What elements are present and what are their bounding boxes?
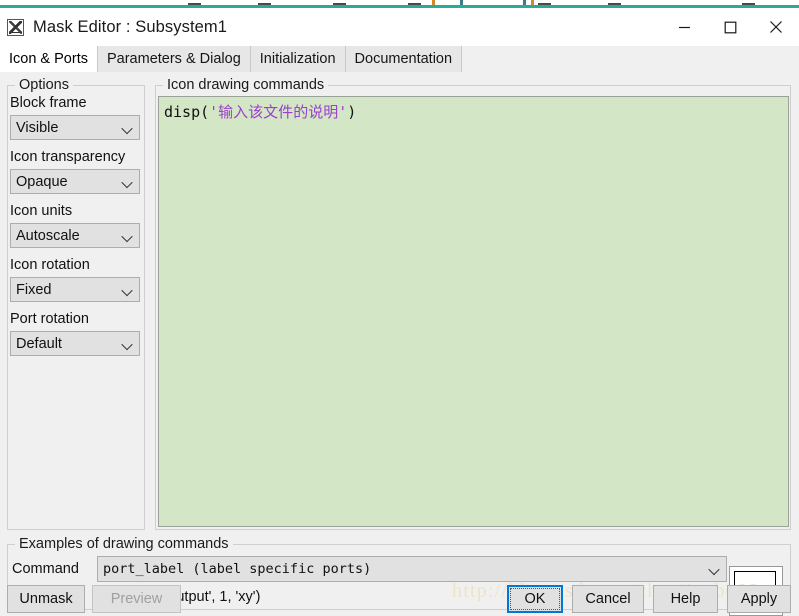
port-rotation-value: Default: [16, 335, 62, 352]
ok-button-label: OK: [510, 588, 560, 610]
tab-bar: Icon & Ports Parameters & Dialog Initial…: [0, 46, 799, 72]
block-frame-label: Block frame: [10, 95, 87, 111]
code-string-literal: '输入该文件的说明': [209, 103, 348, 121]
icon-drawing-commands-group: Icon drawing commands disp('输入该文件的说明'): [155, 77, 791, 530]
icon-drawing-commands-legend: Icon drawing commands: [163, 77, 329, 93]
icon-units-value: Autoscale: [16, 227, 80, 244]
background-window-strip: [0, 0, 799, 8]
icon-rotation-value: Fixed: [16, 281, 52, 298]
icon-units-label: Icon units: [10, 203, 73, 219]
close-icon[interactable]: [753, 8, 799, 46]
icon-rotation-select[interactable]: Fixed: [10, 277, 140, 302]
chevron-down-icon: [123, 342, 131, 350]
chevron-down-icon: [123, 126, 131, 134]
chevron-down-icon: [123, 180, 131, 188]
icon-transparency-select[interactable]: Opaque: [10, 169, 140, 194]
icon-transparency-value: Opaque: [16, 173, 68, 190]
icon-drawing-commands-editor[interactable]: disp('输入该文件的说明'): [158, 96, 789, 527]
port-rotation-label: Port rotation: [10, 311, 89, 327]
chevron-down-icon: [123, 234, 131, 242]
code-prefix: disp(: [164, 103, 210, 121]
window-title: Mask Editor : Subsystem1: [33, 17, 228, 36]
icon-transparency-label: Icon transparency: [10, 149, 126, 165]
tab-documentation[interactable]: Documentation: [345, 46, 463, 72]
simulink-mask-icon: [7, 18, 24, 36]
block-frame-value: Visible: [16, 119, 59, 136]
code-suffix: ): [347, 103, 357, 121]
maximize-icon[interactable]: [707, 8, 753, 46]
footer-bar: Unmask Preview OK Cancel Help Apply: [0, 546, 799, 613]
icon-units-select[interactable]: Autoscale: [10, 223, 140, 248]
port-rotation-select[interactable]: Default: [10, 331, 140, 356]
options-group-legend: Options: [15, 77, 73, 93]
block-frame-select[interactable]: Visible: [10, 115, 140, 140]
minimize-icon[interactable]: [661, 8, 707, 46]
tab-icon-and-ports[interactable]: Icon & Ports: [0, 46, 98, 72]
window-controls: [661, 8, 799, 46]
tab-initialization[interactable]: Initialization: [250, 46, 346, 72]
mask-editor-window: Mask Editor : Subsystem1 Icon & Ports Pa…: [0, 8, 799, 616]
options-group: Options Block frame Visible Icon transpa…: [7, 77, 145, 530]
tab-parameters-and-dialog[interactable]: Parameters & Dialog: [97, 46, 251, 72]
title-bar: Mask Editor : Subsystem1: [0, 8, 799, 46]
tab-panel-icon-and-ports: Options Block frame Visible Icon transpa…: [0, 72, 799, 616]
chevron-down-icon: [123, 288, 131, 296]
icon-rotation-label: Icon rotation: [10, 257, 90, 273]
